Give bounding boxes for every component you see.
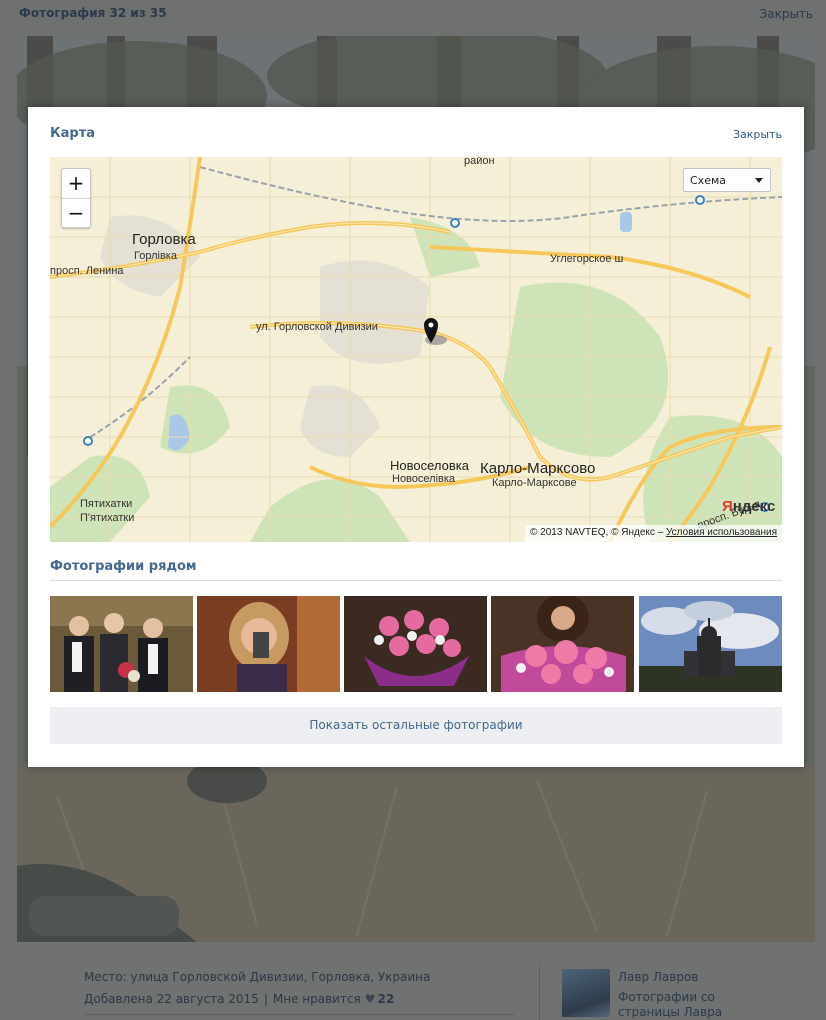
map-label-karlo-marksove: Карло-Марксове [492, 477, 577, 489]
photo-viewer-header: Фотография 32 из 35 Закрыть [0, 0, 826, 30]
photo-date: Добавлена 22 августа 2015 [84, 992, 259, 1006]
terms-link[interactable]: Условия использования [666, 527, 777, 538]
thumb-church[interactable] [639, 596, 782, 692]
map-type-select[interactable]: Схема [683, 168, 771, 192]
info-divider [84, 1014, 514, 1015]
photo-place[interactable]: Место: улица Горловской Дивизии, Горловк… [84, 970, 430, 984]
viewer-close-link[interactable]: Закрыть [760, 7, 813, 21]
map-view[interactable]: + − Схема Горловка Горлівка просп. Ленин… [50, 157, 782, 542]
zoom-out-button[interactable]: − [62, 198, 90, 227]
copyright-text: © 2013 NAVTEQ, © Яндекс – [530, 527, 664, 538]
owner-name[interactable]: Лавр Лавров [618, 970, 698, 984]
map-modal: Карта Закрыть + − Схема Горловка Горлівк… [28, 107, 804, 767]
yandex-logo[interactable]: Яндекс [722, 498, 775, 515]
map-label-rayon: район [464, 157, 495, 167]
like-count: 22 [377, 992, 395, 1006]
map-label-gorlovka: Горловка [132, 231, 196, 248]
map-label-gorlivka: Горлівка [134, 250, 177, 262]
show-more-photos-button[interactable]: Показать остальные фотографии [50, 707, 782, 744]
map-label-uglegorskoe: Углегорское ш [550, 253, 624, 265]
nearby-photos-title: Фотографии рядом [50, 559, 197, 574]
album-link[interactable]: Фотографии со страницы Лавра [618, 990, 738, 1020]
map-label-pyatikhatki: Пятихатки [80, 498, 133, 510]
map-label-karlo-marksovo: Карло-Марксово [480, 460, 596, 477]
map-label-novoselivka: Новоселівка [392, 473, 456, 485]
map-label-gorlovskoy-divizii: ул. Горловской Дивизии [256, 321, 378, 333]
like-button[interactable]: Мне нравится [273, 992, 361, 1006]
thumb-girl-selfie[interactable] [197, 596, 340, 692]
heart-icon[interactable]: ♥ [365, 992, 376, 1006]
map-label-lenina: просп. Ленина [50, 265, 124, 277]
thumb-children-school[interactable] [50, 596, 193, 692]
logo-first-letter: Я [722, 498, 733, 515]
modal-close-link[interactable]: Закрыть [733, 128, 782, 141]
thumb-rose-bouquet[interactable] [344, 596, 487, 692]
photo-counter: Фотография 32 из 35 [19, 6, 167, 20]
zoom-control: + − [61, 168, 91, 228]
owner-avatar[interactable] [562, 969, 610, 1017]
thumb-girl-roses[interactable] [491, 596, 634, 692]
map-copyright: © 2013 NAVTEQ, © Яндекс – Условия исполь… [525, 525, 782, 542]
map-type-value: Схема [690, 174, 726, 187]
chevron-down-icon [755, 178, 763, 183]
section-divider [50, 580, 782, 581]
logo-rest: ндекс [732, 498, 776, 515]
column-divider [539, 966, 540, 1020]
map-label-pyatikhatki-ua: П'ятихатки [80, 512, 135, 524]
modal-title: Карта [50, 126, 96, 141]
zoom-in-button[interactable]: + [62, 169, 90, 198]
map-label-novoselovka: Новоселовка [390, 458, 469, 473]
photo-meta: Добавлена 22 августа 2015 | Мне нравится ♥ 2… [84, 992, 394, 1006]
meta-separator: | [263, 992, 268, 1006]
nearby-photos-list [50, 596, 782, 692]
